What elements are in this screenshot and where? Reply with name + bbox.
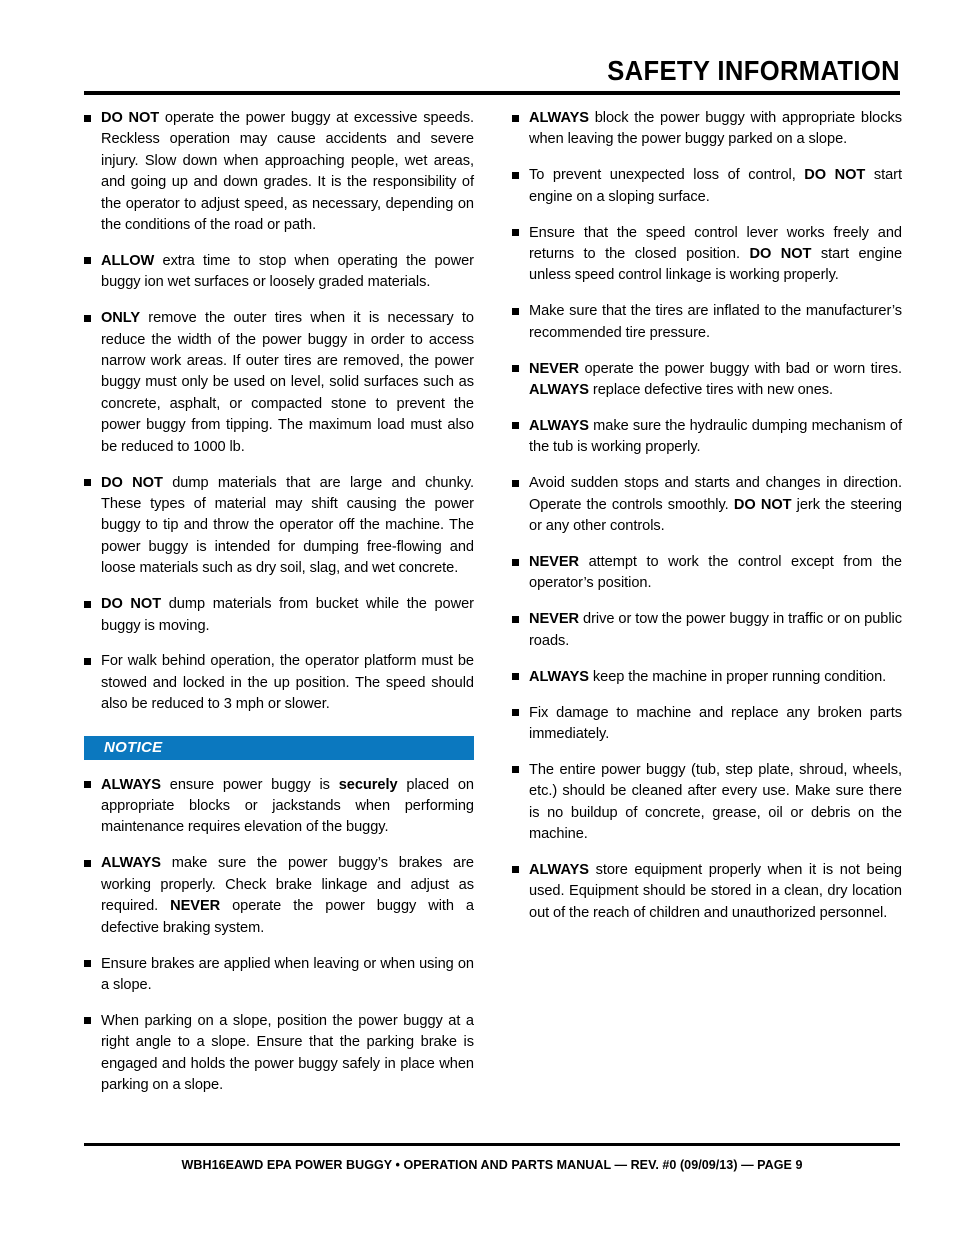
right-column: ALWAYS block the power buggy with approp… xyxy=(512,108,902,924)
square-bullet-icon xyxy=(84,114,91,122)
safety-bullet-text: ALWAYS make sure the power buggy’s brake… xyxy=(101,855,474,936)
safety-bullet-item: DO NOT dump materials from bucket while … xyxy=(84,594,474,637)
safety-bullet-item: DO NOT operate the power buggy at excess… xyxy=(84,108,474,236)
square-bullet-icon xyxy=(84,859,91,867)
right-column-items: ALWAYS block the power buggy with approp… xyxy=(512,108,902,924)
safety-bullet-text: Avoid sudden stops and starts and change… xyxy=(529,475,902,535)
square-bullet-icon xyxy=(84,657,91,665)
manual-page: SAFETY INFORMATION DO NOT operate the po… xyxy=(0,0,954,1235)
safety-bullet-text: ALWAYS make sure the hydraulic dumping m… xyxy=(529,417,902,456)
safety-bullet-text: For walk behind operation, the operator … xyxy=(101,653,474,713)
safety-bullet-item: NEVER drive or tow the power buggy in tr… xyxy=(512,609,902,652)
safety-bullet-item: Ensure brakes are applied when leaving o… xyxy=(84,954,474,997)
page-footer: WBH16EAWD EPA POWER BUGGY • OPERATION AN… xyxy=(84,1143,900,1172)
safety-bullet-text: ONLY remove the outer tires when it is n… xyxy=(101,310,474,455)
square-bullet-icon xyxy=(512,422,519,430)
square-bullet-icon xyxy=(512,479,519,487)
safety-bullet-item: ALWAYS keep the machine in proper runnin… xyxy=(512,667,902,688)
safety-bullet-item: The entire power buggy (tub, step plate,… xyxy=(512,760,902,846)
notice-label: NOTICE xyxy=(104,738,163,756)
square-bullet-icon xyxy=(512,229,519,237)
safety-bullet-text: When parking on a slope, position the po… xyxy=(101,1012,474,1094)
left-column-items-after-notice: ALWAYS ensure power buggy is securely pl… xyxy=(84,775,474,1097)
safety-bullet-text: NEVER operate the power buggy with bad o… xyxy=(529,360,902,399)
safety-bullet-item: Make sure that the tires are inflated to… xyxy=(512,301,902,344)
safety-bullet-item: ALWAYS ensure power buggy is securely pl… xyxy=(84,775,474,839)
safety-bullet-text: DO NOT dump materials from bucket while … xyxy=(101,596,474,634)
page-header: SAFETY INFORMATION xyxy=(84,55,900,95)
safety-bullet-item: NEVER attempt to work the control except… xyxy=(512,552,902,595)
safety-bullet-item: NEVER operate the power buggy with bad o… xyxy=(512,359,902,402)
square-bullet-icon xyxy=(512,709,519,717)
square-bullet-icon xyxy=(512,171,519,179)
safety-bullet-text: The entire power buggy (tub, step plate,… xyxy=(529,761,902,843)
safety-bullet-item: To prevent unexpected loss of control, D… xyxy=(512,165,902,208)
square-bullet-icon xyxy=(84,600,91,608)
square-bullet-icon xyxy=(512,766,519,774)
safety-bullet-item: ONLY remove the outer tires when it is n… xyxy=(84,308,474,458)
safety-bullet-item: ALWAYS block the power buggy with approp… xyxy=(512,108,902,151)
safety-bullet-text: ALLOW extra time to stop when operating … xyxy=(101,252,474,291)
safety-bullet-text: ALWAYS keep the machine in proper runnin… xyxy=(529,668,887,685)
safety-bullet-item: ALLOW extra time to stop when operating … xyxy=(84,251,474,294)
safety-bullet-text: Make sure that the tires are inflated to… xyxy=(529,303,902,341)
square-bullet-icon xyxy=(512,615,519,623)
safety-bullet-text: ALWAYS block the power buggy with approp… xyxy=(529,110,902,148)
safety-bullet-item: For walk behind operation, the operator … xyxy=(84,651,474,715)
safety-bullet-text: Ensure brakes are applied when leaving o… xyxy=(101,955,474,993)
safety-bullet-item: ALWAYS make sure the power buggy’s brake… xyxy=(84,853,474,939)
square-bullet-icon xyxy=(84,314,91,322)
safety-bullet-text: DO NOT operate the power buggy at excess… xyxy=(101,110,474,234)
safety-bullet-item: ALWAYS store equipment properly when it … xyxy=(512,860,902,924)
square-bullet-icon xyxy=(512,558,519,566)
safety-bullet-item: DO NOT dump materials that are large and… xyxy=(84,473,474,580)
square-bullet-icon xyxy=(512,673,519,681)
notice-banner: NOTICE xyxy=(84,735,474,760)
left-column: DO NOT operate the power buggy at excess… xyxy=(84,108,474,1096)
safety-bullet-text: Fix damage to machine and replace any br… xyxy=(529,704,902,742)
safety-bullet-text: DO NOT dump materials that are large and… xyxy=(101,474,474,577)
safety-bullet-text: NEVER drive or tow the power buggy in tr… xyxy=(529,611,902,649)
square-bullet-icon xyxy=(512,866,519,874)
footer-divider xyxy=(84,1143,900,1146)
safety-bullet-item: Avoid sudden stops and starts and change… xyxy=(512,473,902,537)
safety-bullet-item: ALWAYS make sure the hydraulic dumping m… xyxy=(512,416,902,459)
square-bullet-icon xyxy=(84,479,91,487)
square-bullet-icon xyxy=(84,1017,91,1025)
safety-bullet-item: Fix damage to machine and replace any br… xyxy=(512,703,902,746)
square-bullet-icon xyxy=(84,781,91,789)
square-bullet-icon xyxy=(84,257,91,265)
safety-bullet-item: When parking on a slope, position the po… xyxy=(84,1011,474,1097)
safety-bullet-text: ALWAYS store equipment properly when it … xyxy=(529,861,902,921)
safety-bullet-text: To prevent unexpected loss of control, D… xyxy=(529,167,902,205)
footer-text: WBH16EAWD EPA POWER BUGGY • OPERATION AN… xyxy=(181,1157,803,1172)
safety-bullet-text: Ensure that the speed control lever work… xyxy=(529,224,903,284)
left-column-items-before-notice: DO NOT operate the power buggy at excess… xyxy=(84,108,474,716)
square-bullet-icon xyxy=(512,114,519,122)
square-bullet-icon xyxy=(84,960,91,967)
square-bullet-icon xyxy=(512,365,519,373)
square-bullet-icon xyxy=(512,307,519,315)
safety-bullet-text: ALWAYS ensure power buggy is securely pl… xyxy=(101,776,475,836)
safety-bullet-text: NEVER attempt to work the control except… xyxy=(529,554,902,592)
safety-bullet-item: Ensure that the speed control lever work… xyxy=(512,223,902,287)
header-divider xyxy=(84,90,900,95)
page-title: SAFETY INFORMATION xyxy=(607,55,900,86)
